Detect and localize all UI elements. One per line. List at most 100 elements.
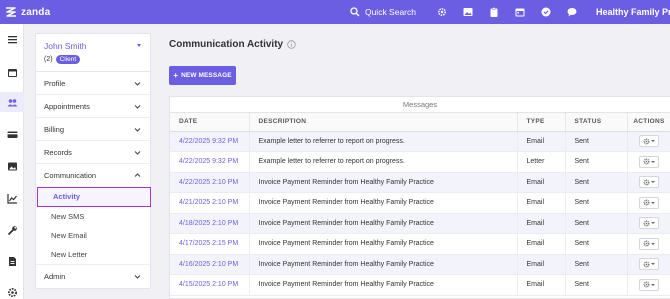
sub-item-new-email-label: New Email: [51, 231, 87, 241]
gear-icon: [643, 199, 650, 206]
table-row[interactable]: 4/22/2025 9:32 PM Example letter to refer…: [170, 131, 670, 152]
gear-icon: [643, 240, 650, 247]
calendar-button[interactable]: [510, 0, 530, 24]
sub-item-new-sms[interactable]: New SMS: [36, 207, 150, 227]
row-date[interactable]: 4/15/2025 2:10 PM: [170, 274, 250, 296]
gear-icon: [643, 179, 650, 186]
section-communication[interactable]: Communication: [36, 164, 150, 187]
logo[interactable]: zanda: [0, 5, 150, 19]
messages-table: DATE DESCRIPTION TYPE STATUS ACTIONS 4/2…: [170, 113, 670, 296]
table-row[interactable]: 4/22/2025 9:32 PM Example letter to refer…: [170, 151, 670, 173]
new-message-button[interactable]: + NEW MESSAGE: [169, 66, 236, 85]
client-header[interactable]: John Smith (2) Client: [36, 34, 150, 72]
row-status: Sent: [565, 151, 628, 173]
menu-button[interactable]: [0, 29, 24, 49]
messages-button[interactable]: [562, 0, 582, 24]
section-communication-label: Communication: [44, 171, 97, 180]
settings-icon: [7, 287, 17, 297]
row-actions-button[interactable]: [639, 258, 659, 271]
sub-item-new-email[interactable]: New Email: [36, 226, 150, 246]
col-header-actions: ACTIONS: [627, 113, 670, 132]
sub-item-new-letter-label: New Letter: [51, 250, 88, 260]
info-icon[interactable]: [287, 40, 296, 49]
section-appointments[interactable]: Appointments: [36, 95, 150, 118]
sub-item-activity-label: Activity: [53, 192, 81, 202]
nav-reports[interactable]: [0, 188, 24, 208]
table-row[interactable]: 4/21/2025 2:10 PM Invoice Payment Reminde…: [170, 192, 670, 214]
chevron-down-icon: [134, 105, 141, 109]
sub-item-activity[interactable]: Activity: [37, 187, 151, 207]
table-row[interactable]: 4/18/2025 2:10 PM Invoice Payment Reminde…: [170, 213, 670, 234]
client-count: (2): [44, 56, 53, 63]
gear-icon: [643, 261, 650, 268]
quick-search-button[interactable]: Quick Search: [350, 7, 416, 17]
caret-down-icon: [651, 242, 656, 245]
col-header-description[interactable]: DESCRIPTION: [249, 113, 518, 132]
row-actions: [627, 131, 670, 152]
row-actions-button[interactable]: [639, 237, 659, 250]
row-actions-button[interactable]: [639, 217, 659, 230]
practice-name[interactable]: Healthy Family Practice: [588, 7, 670, 17]
section-admin[interactable]: Admin: [36, 265, 150, 288]
row-date[interactable]: 4/22/2025 9:32 PM: [170, 151, 250, 173]
row-actions-button[interactable]: [639, 135, 659, 148]
row-description: Invoice Payment Reminder from Healthy Fa…: [249, 274, 518, 296]
row-date[interactable]: 4/21/2025 2:10 PM: [170, 192, 250, 214]
table-row[interactable]: 4/15/2025 2:10 PM Invoice Payment Reminde…: [170, 274, 670, 296]
chevron-up-icon: [134, 173, 141, 177]
page-title-text: Communication Activity: [169, 39, 284, 50]
row-type: Letter: [517, 151, 566, 173]
plus-icon: +: [173, 71, 179, 80]
nav-tools[interactable]: [0, 220, 24, 240]
row-date[interactable]: 4/17/2025 2:15 PM: [170, 233, 250, 255]
check-circle-icon: [541, 7, 551, 17]
nav-documents[interactable]: [0, 251, 24, 271]
chart-icon: [6, 193, 17, 204]
nav-clients[interactable]: [0, 92, 24, 112]
row-date[interactable]: 4/18/2025 2:10 PM: [170, 213, 250, 234]
settings-button[interactable]: [432, 0, 452, 24]
row-type: Email: [517, 192, 566, 214]
row-actions-button[interactable]: [639, 155, 659, 168]
table-row[interactable]: 4/22/2025 2:10 PM Invoice Payment Reminde…: [170, 172, 670, 193]
row-actions: [627, 213, 670, 234]
left-nav-rail: [0, 24, 24, 299]
row-actions-button[interactable]: [639, 196, 659, 209]
table-header-row: DATE DESCRIPTION TYPE STATUS ACTIONS: [170, 113, 670, 132]
nav-gallery[interactable]: [0, 156, 24, 176]
gear-icon: [643, 158, 650, 165]
col-header-status[interactable]: STATUS: [565, 113, 628, 132]
client-panel: John Smith (2) Client Profile Appointmen…: [35, 33, 151, 289]
row-date[interactable]: 4/16/2025 2:10 PM: [170, 254, 250, 275]
quick-search-label: Quick Search: [364, 7, 416, 17]
section-records[interactable]: Records: [36, 141, 150, 164]
nav-settings[interactable]: [0, 282, 24, 299]
row-actions-button[interactable]: [639, 176, 659, 189]
tasks-button[interactable]: [536, 0, 556, 24]
col-header-type[interactable]: TYPE: [517, 113, 566, 132]
client-name[interactable]: John Smith: [44, 41, 142, 51]
row-description: Example letter to referrer to report on …: [249, 131, 518, 152]
row-date[interactable]: 4/22/2025 9:32 PM: [170, 131, 250, 152]
table-row[interactable]: 4/16/2025 2:10 PM Invoice Payment Reminde…: [170, 254, 670, 275]
row-type: Email: [517, 131, 566, 152]
row-actions: [627, 172, 670, 193]
search-icon: [350, 7, 360, 17]
section-billing[interactable]: Billing: [36, 118, 150, 141]
row-actions-button[interactable]: [639, 278, 659, 291]
clipboard-button[interactable]: [484, 0, 504, 24]
row-date[interactable]: 4/22/2025 2:10 PM: [170, 172, 250, 193]
section-profile[interactable]: Profile: [36, 72, 150, 95]
caret-down-icon[interactable]: [137, 44, 141, 47]
menu-icon: [7, 35, 17, 43]
sub-item-new-letter[interactable]: New Letter: [36, 246, 150, 265]
caret-down-icon: [651, 181, 656, 184]
gear-icon: [643, 281, 650, 288]
zanda-logo-icon: [6, 7, 16, 17]
nav-calendar[interactable]: [0, 62, 24, 82]
caret-down-icon: [651, 201, 656, 204]
col-header-date[interactable]: DATE: [170, 113, 250, 132]
table-row[interactable]: 4/17/2025 2:15 PM Invoice Payment Reminde…: [170, 233, 670, 255]
nav-billing[interactable]: [0, 124, 24, 144]
gallery-button[interactable]: [458, 0, 478, 24]
